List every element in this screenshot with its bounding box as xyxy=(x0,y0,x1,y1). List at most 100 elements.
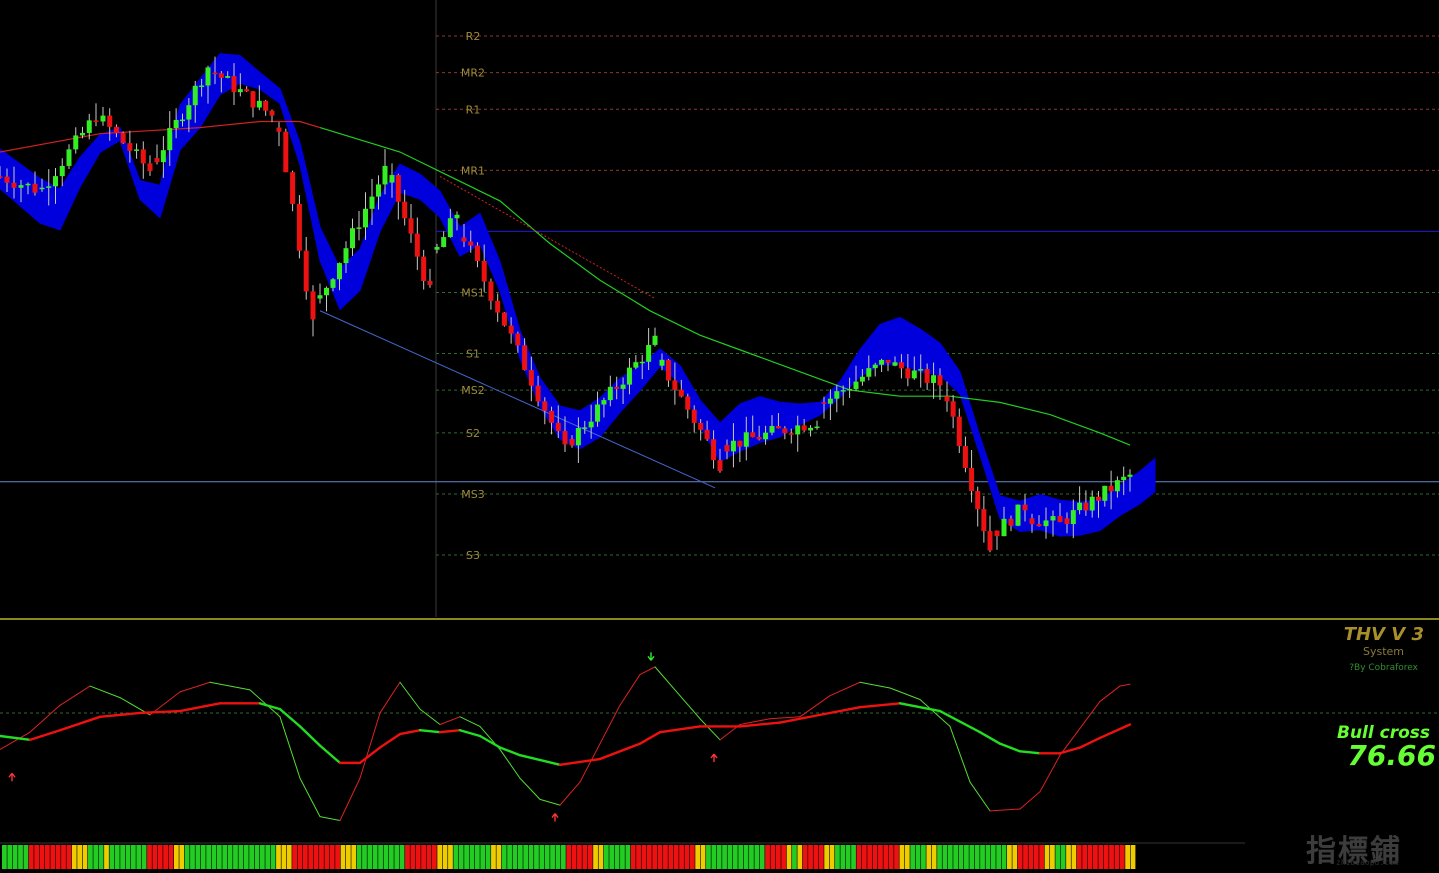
signal-bar-cell xyxy=(286,845,292,869)
signal-bar-cell xyxy=(421,845,426,869)
candle-body xyxy=(337,263,342,280)
candle-body xyxy=(691,409,697,423)
candle-body xyxy=(402,201,408,219)
signal-bar-cell xyxy=(448,845,453,869)
candle-body xyxy=(296,203,302,251)
candle-body xyxy=(408,218,414,234)
candle-body xyxy=(382,165,388,185)
candle-body xyxy=(659,359,665,366)
signal-bar-cell xyxy=(926,845,932,869)
signal-bar-cell xyxy=(453,845,459,869)
signal-bar-cell xyxy=(238,845,244,869)
candle-body xyxy=(1008,518,1014,526)
candle-body xyxy=(59,165,65,177)
signal-bar-cell xyxy=(539,845,545,869)
signal-bar-cell xyxy=(222,845,228,869)
candle-body xyxy=(743,432,749,447)
signal-bar-cell xyxy=(1028,845,1034,869)
candle-body xyxy=(1029,518,1035,525)
candle-body xyxy=(872,364,878,369)
signal-bar-cell xyxy=(1001,845,1007,869)
signal-bar-cell xyxy=(265,845,271,869)
signal-bar-cell xyxy=(818,845,824,869)
signal-bar-cell xyxy=(297,845,303,869)
candle-body xyxy=(447,218,453,238)
signal-bar-cell xyxy=(851,845,856,869)
candle-body xyxy=(685,396,691,410)
signal-bar-cell xyxy=(555,845,561,869)
signal-bar-cell xyxy=(1119,845,1125,869)
candle-body xyxy=(39,187,45,190)
candle-body xyxy=(290,172,296,204)
signal-bar-cell xyxy=(114,845,120,869)
candle-body xyxy=(192,85,198,106)
candle-body xyxy=(427,280,433,285)
candle-body xyxy=(847,388,853,391)
signal-bar-cell xyxy=(501,845,507,869)
signal-bar-cell xyxy=(1060,845,1066,869)
signal-bar-cell xyxy=(157,845,163,869)
signal-bar-cell xyxy=(302,845,308,869)
candle-body xyxy=(808,427,814,431)
signal-bar-cell xyxy=(437,845,443,869)
candle-body xyxy=(369,196,375,209)
candle-body xyxy=(147,163,153,172)
candle-body xyxy=(173,119,179,129)
candle-body xyxy=(120,133,126,144)
signal-bar-cell xyxy=(190,845,195,869)
signal-bar-cell xyxy=(872,845,878,869)
signal-bar-cell xyxy=(813,845,819,869)
candle-body xyxy=(86,120,92,133)
signal-bar-cell xyxy=(582,845,588,869)
signal-bar-cell xyxy=(1012,845,1018,869)
candle-body xyxy=(937,375,943,386)
candle-body xyxy=(795,425,801,435)
signal-bar-cell xyxy=(1093,845,1098,869)
candle-body xyxy=(956,416,962,447)
signal-bar-cell xyxy=(840,845,846,869)
signal-bar-cell xyxy=(44,845,50,869)
candle-body xyxy=(542,401,548,411)
signal-bar-cell xyxy=(1044,845,1050,869)
candle-body xyxy=(678,389,684,397)
signal-bar-cell xyxy=(1130,845,1136,869)
signal-bar-cell xyxy=(985,845,991,869)
signal-bar-cell xyxy=(1039,845,1045,869)
chart-canvas[interactable]: R2MR2R1MR1PPVMS1S1MS2S2MS3S3 xyxy=(0,0,1439,873)
candle-body xyxy=(769,426,775,433)
signal-bar-cell xyxy=(620,845,625,869)
candle-body xyxy=(100,115,106,122)
signal-bar-cell xyxy=(147,845,152,869)
candle-body xyxy=(717,460,723,471)
candle-body xyxy=(782,428,788,434)
signal-bar-cell xyxy=(792,845,797,869)
candle-body xyxy=(672,380,678,390)
signal-bar-cell xyxy=(603,845,609,869)
signal-bar-cell xyxy=(695,845,701,869)
candle-body xyxy=(25,183,31,186)
candle-body xyxy=(93,120,99,122)
candle-body xyxy=(1089,496,1095,511)
signal-bar-cell xyxy=(845,845,851,869)
candle-body xyxy=(468,241,474,246)
signal-bar-cell xyxy=(512,845,518,869)
signal-bar-cell xyxy=(1109,845,1114,869)
signal-bar-cell xyxy=(136,845,142,869)
signal-bar-cell xyxy=(517,845,523,869)
signal-bar-cell xyxy=(270,845,276,869)
candle-body xyxy=(756,437,762,440)
signal-bar-cell xyxy=(700,845,706,869)
signal-bar-cell xyxy=(587,845,593,869)
candle-body xyxy=(665,359,671,381)
signal-bar-cell xyxy=(598,845,604,869)
candle-body xyxy=(134,149,140,151)
signal-bar-cell xyxy=(362,845,367,869)
candle-body xyxy=(879,359,885,365)
signal-bar-cell xyxy=(61,845,66,869)
candle-body xyxy=(788,433,794,435)
signal-bar-cell xyxy=(657,845,663,869)
signal-bar-cell xyxy=(894,845,899,869)
candle-body xyxy=(924,369,930,383)
candle-body xyxy=(1114,480,1120,492)
candle-body xyxy=(704,429,710,440)
